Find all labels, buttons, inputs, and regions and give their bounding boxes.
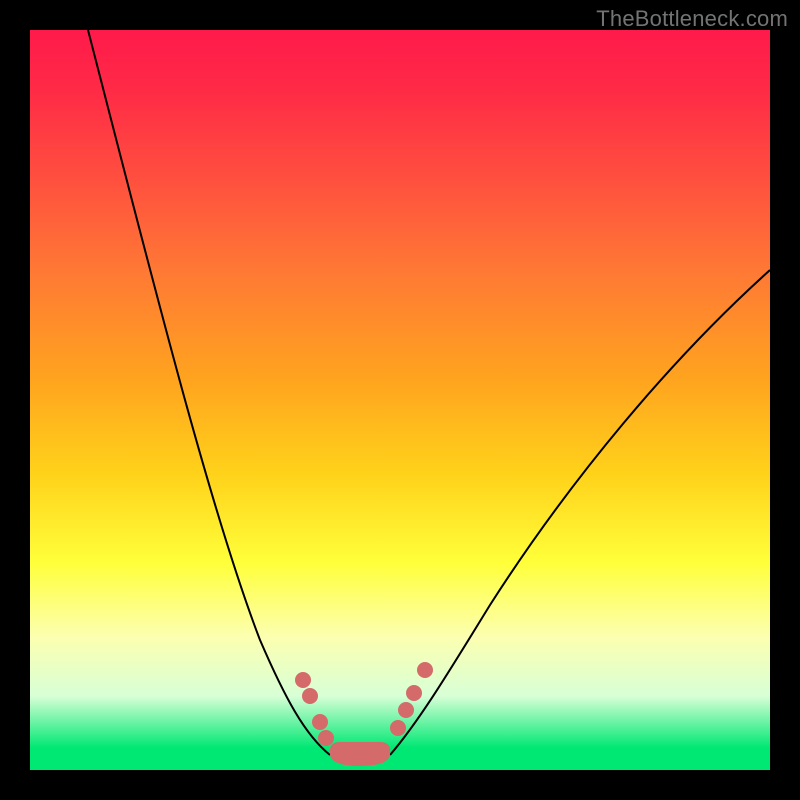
curve-left <box>88 30 330 755</box>
marker-dot <box>318 730 334 746</box>
marker-dot <box>390 720 406 736</box>
marker-dot <box>302 688 318 704</box>
chart-curves <box>30 30 770 770</box>
bottom-cluster <box>330 742 391 766</box>
watermark-text: TheBottleneck.com <box>596 6 788 32</box>
marker-dot <box>295 672 311 688</box>
marker-dot <box>417 662 433 678</box>
chart-plot-area <box>30 30 770 770</box>
curve-right <box>390 270 770 755</box>
marker-dot <box>406 685 422 701</box>
marker-dot <box>312 714 328 730</box>
chart-frame: TheBottleneck.com <box>0 0 800 800</box>
marker-dot <box>398 702 414 718</box>
